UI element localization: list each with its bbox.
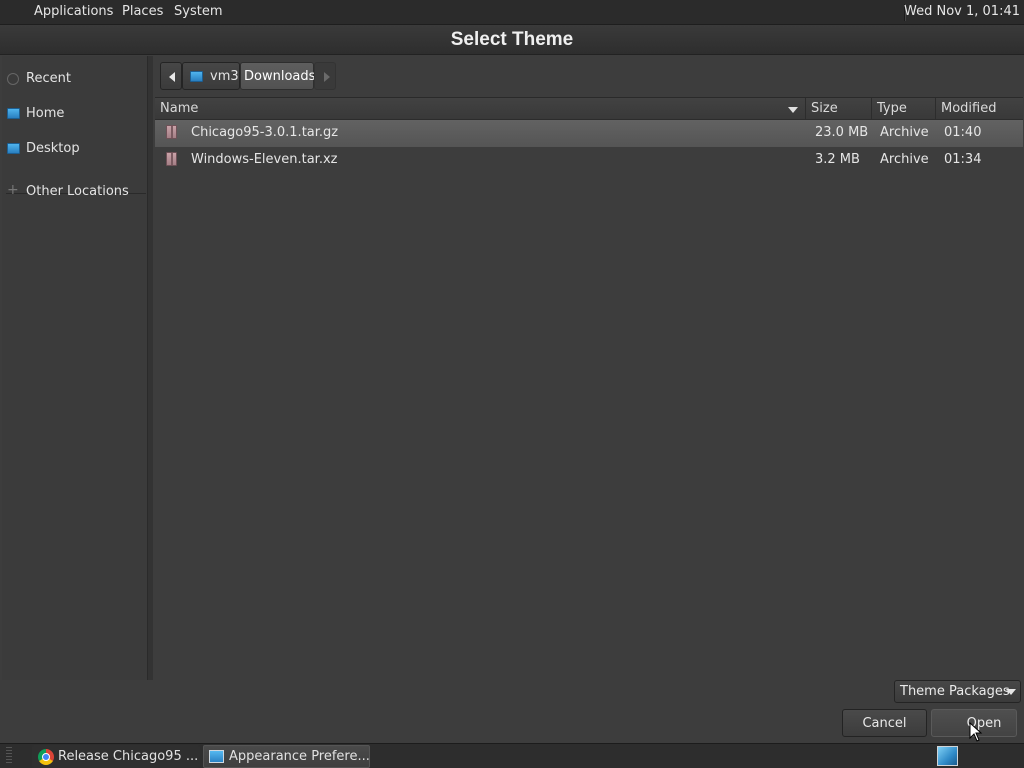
file-size: 3.2 MB bbox=[815, 152, 860, 167]
file-size: 23.0 MB bbox=[815, 125, 869, 140]
places-sidebar: Recent Home Desktop + Other Locations bbox=[2, 56, 148, 680]
archive-file-icon bbox=[166, 152, 177, 166]
sidebar-item-label: Home bbox=[26, 106, 65, 121]
taskbar: Release Chicago95 ... Appearance Prefere… bbox=[0, 743, 1024, 768]
menu-places[interactable]: Places bbox=[122, 4, 163, 19]
desktop-icon bbox=[7, 143, 20, 154]
column-header-modified[interactable]: Modified bbox=[936, 98, 1023, 120]
file-row[interactable]: Windows-Eleven.tar.xz 3.2 MB Archive 01:… bbox=[155, 147, 1023, 174]
file-name: Windows-Eleven.tar.xz bbox=[191, 152, 338, 167]
path-forward-button[interactable] bbox=[314, 62, 336, 90]
column-header-name[interactable]: Name bbox=[155, 98, 806, 120]
mouse-pointer-icon bbox=[969, 722, 983, 742]
menu-applications[interactable]: Applications bbox=[34, 4, 113, 19]
sidebar-item-home[interactable]: Home bbox=[2, 102, 148, 126]
dialog-titlebar[interactable]: Select Theme bbox=[0, 25, 1024, 55]
chevron-left-icon bbox=[169, 72, 175, 82]
top-panel: Applications Places System Wed Nov 1, 01… bbox=[0, 0, 1024, 25]
home-folder-icon bbox=[190, 71, 203, 82]
path-segment-vm3[interactable]: vm3 bbox=[182, 62, 240, 90]
path-segment-label: vm3 bbox=[210, 69, 239, 84]
appearance-icon bbox=[209, 750, 224, 763]
column-header-label: Name bbox=[160, 101, 199, 116]
filter-label: Theme Packages bbox=[900, 684, 1010, 699]
file-modified: 01:34 bbox=[944, 152, 982, 167]
column-header-type[interactable]: Type bbox=[872, 98, 936, 120]
plus-icon: + bbox=[7, 182, 19, 198]
file-chooser-dialog: Select Theme Recent Home Desktop + Other… bbox=[0, 25, 1024, 743]
chevron-right-icon bbox=[324, 72, 330, 82]
column-headers: Name Size Type Modified bbox=[155, 98, 1023, 120]
column-header-label: Size bbox=[811, 101, 838, 116]
column-header-label: Modified bbox=[941, 101, 997, 116]
sidebar-item-label: Recent bbox=[26, 71, 71, 86]
sidebar-item-label: Desktop bbox=[26, 141, 80, 156]
task-label: Appearance Prefere... bbox=[229, 749, 370, 764]
menu-system[interactable]: System bbox=[174, 4, 222, 19]
column-header-label: Type bbox=[877, 101, 907, 116]
file-type-filter-combo[interactable]: Theme Packages bbox=[894, 680, 1021, 703]
sidebar-item-recent[interactable]: Recent bbox=[2, 67, 148, 91]
path-back-button[interactable] bbox=[160, 62, 182, 90]
archive-file-icon bbox=[166, 125, 177, 139]
sidebar-item-other-locations[interactable]: + Other Locations bbox=[2, 180, 148, 204]
task-label: Release Chicago95 ... bbox=[58, 749, 199, 764]
open-button-label: Open bbox=[966, 716, 1002, 731]
column-header-size[interactable]: Size bbox=[806, 98, 872, 120]
cancel-button-label: Cancel bbox=[862, 716, 907, 731]
path-segment-label: Downloads bbox=[244, 69, 316, 84]
path-segment-downloads[interactable]: Downloads bbox=[240, 62, 316, 90]
clock-icon bbox=[7, 73, 19, 85]
pane-separator[interactable] bbox=[148, 56, 153, 680]
sidebar-item-desktop[interactable]: Desktop bbox=[2, 137, 148, 161]
sidebar-item-label: Other Locations bbox=[26, 184, 129, 199]
sort-descending-icon bbox=[788, 107, 798, 113]
file-modified: 01:40 bbox=[944, 125, 982, 140]
chrome-icon bbox=[38, 749, 54, 765]
dialog-title: Select Theme bbox=[450, 29, 574, 50]
taskbar-handle[interactable] bbox=[6, 747, 12, 765]
task-button-appearance[interactable]: Appearance Prefere... bbox=[203, 745, 370, 768]
chevron-down-icon bbox=[1006, 689, 1016, 695]
display-settings-icon[interactable] bbox=[937, 746, 958, 766]
home-folder-icon bbox=[7, 108, 20, 119]
file-type: Archive bbox=[880, 152, 929, 167]
file-row-selected[interactable]: Chicago95-3.0.1.tar.gz 23.0 MB Archive 0… bbox=[155, 120, 1023, 147]
cancel-button[interactable]: Cancel bbox=[842, 709, 927, 737]
panel-clock[interactable]: Wed Nov 1, 01:41 bbox=[904, 4, 1020, 19]
file-name: Chicago95-3.0.1.tar.gz bbox=[191, 125, 339, 140]
file-list: Name Size Type Modified Chicago95-3.0.1.… bbox=[155, 97, 1023, 680]
file-type: Archive bbox=[880, 125, 929, 140]
task-button-chrome[interactable]: Release Chicago95 ... bbox=[32, 745, 200, 768]
